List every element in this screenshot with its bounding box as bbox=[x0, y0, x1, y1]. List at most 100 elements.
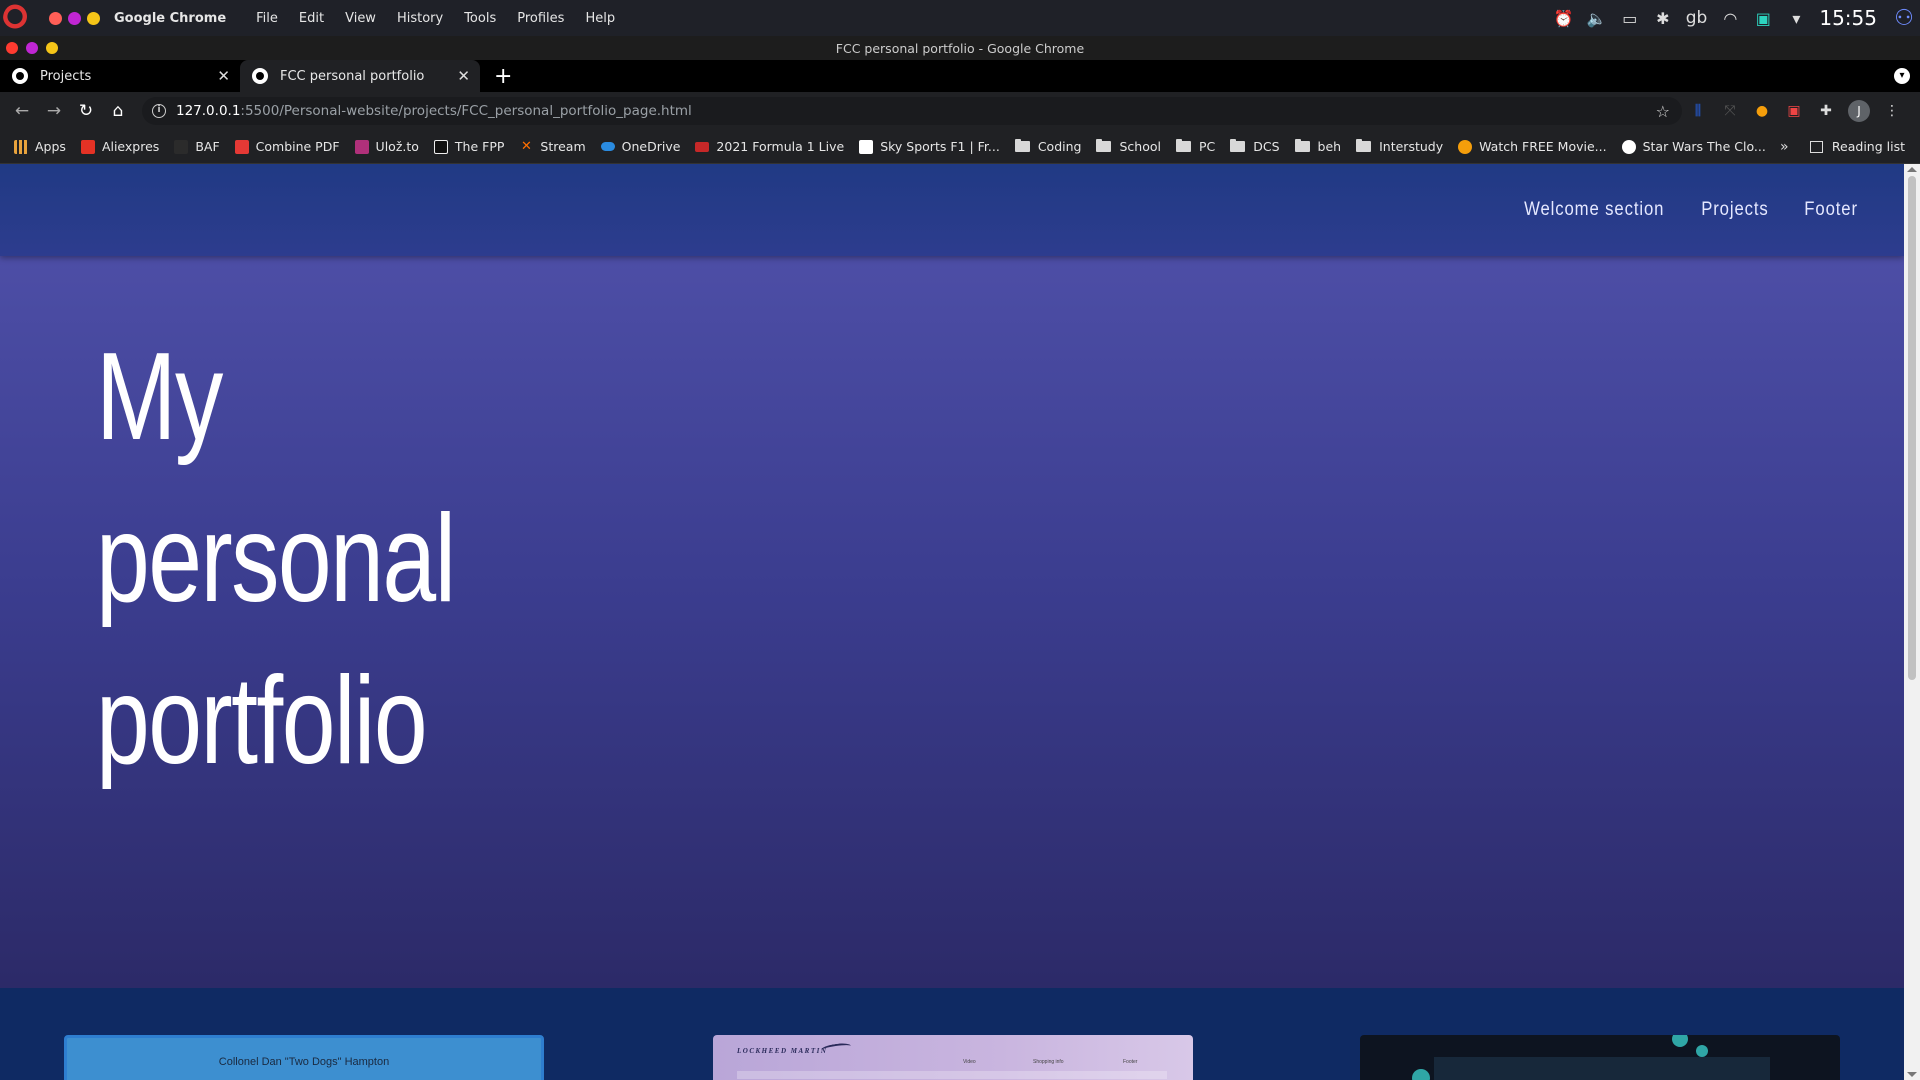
extensions-puzzle-icon[interactable]: ✚ bbox=[1810, 103, 1842, 119]
thumb-nav-item: Footer bbox=[1123, 1059, 1138, 1065]
bookmark-folder-pc[interactable]: PC bbox=[1175, 139, 1216, 154]
window-title-bar: FCC personal portfolio - Google Chrome bbox=[0, 36, 1920, 60]
bookmark-star-wars[interactable]: Star Wars The Clo... bbox=[1621, 139, 1766, 154]
thumb-panel bbox=[1434, 1057, 1770, 1080]
clock[interactable]: 15:55 bbox=[1819, 6, 1877, 30]
bookmarks-overflow-icon[interactable]: » bbox=[1780, 139, 1789, 155]
menu-profiles[interactable]: Profiles bbox=[517, 11, 564, 26]
close-dot-icon[interactable] bbox=[49, 11, 62, 25]
reading-list-button[interactable]: Reading list bbox=[1809, 139, 1905, 154]
tab-search-icon[interactable]: ▾ bbox=[1894, 68, 1910, 84]
bookmark-label: OneDrive bbox=[621, 139, 681, 154]
minimize-dot-icon[interactable] bbox=[68, 11, 81, 25]
extension-bar-icon[interactable]: ⫼ bbox=[1682, 103, 1714, 119]
globe-icon bbox=[252, 68, 268, 84]
nav-footer[interactable]: Footer bbox=[1804, 199, 1858, 221]
bookmark-folder-school[interactable]: School bbox=[1096, 139, 1161, 154]
project-card[interactable]: LOCKHEED MARTIN Video Shopping info Foot… bbox=[713, 1035, 1193, 1080]
bookmark-label: PC bbox=[1198, 139, 1216, 154]
bookmark-ulozto[interactable]: Ulož.to bbox=[354, 139, 419, 154]
pdf-icon bbox=[234, 139, 249, 154]
close-icon[interactable]: ✕ bbox=[457, 67, 470, 85]
menu-edit[interactable]: Edit bbox=[299, 11, 324, 26]
folder-icon bbox=[1230, 139, 1246, 152]
bookmark-star-icon[interactable]: ☆ bbox=[1656, 102, 1670, 121]
bookmark-combine-pdf[interactable]: Combine PDF bbox=[234, 139, 340, 154]
os-logo-icon[interactable] bbox=[3, 3, 33, 33]
menu-file[interactable]: File bbox=[256, 11, 278, 26]
keyboard-layout[interactable]: gb bbox=[1686, 8, 1708, 28]
os-app-name: Google Chrome bbox=[114, 10, 227, 26]
address-bar[interactable]: i 127.0.0.1:5500/Personal-website/projec… bbox=[142, 97, 1682, 125]
lockheed-logo: LOCKHEED MARTIN bbox=[737, 1047, 828, 1055]
new-tab-icon[interactable]: + bbox=[494, 60, 512, 92]
bubble-decoration bbox=[1412, 1069, 1430, 1080]
extension-face-icon[interactable]: ● bbox=[1746, 103, 1778, 119]
bookmark-baf[interactable]: BAF bbox=[174, 139, 220, 154]
globe-icon bbox=[1621, 139, 1636, 154]
menu-help[interactable]: Help bbox=[585, 11, 615, 26]
battery-icon[interactable]: ▭ bbox=[1620, 9, 1640, 28]
profile-avatar[interactable]: J bbox=[1848, 100, 1870, 122]
window-title: FCC personal portfolio - Google Chrome bbox=[835, 40, 1085, 56]
apps-grid-icon bbox=[14, 139, 28, 154]
reading-list-icon bbox=[1809, 140, 1823, 153]
extension-arrows-icon[interactable]: ⤧ bbox=[1714, 103, 1746, 119]
bookmark-apps[interactable]: Apps bbox=[14, 139, 66, 154]
welcome-headline: My personal portfolio bbox=[96, 328, 456, 790]
menu-history[interactable]: History bbox=[397, 11, 443, 26]
tab-projects[interactable]: Projects ✕ bbox=[0, 60, 240, 92]
alarm-icon[interactable]: ⏰ bbox=[1554, 9, 1574, 28]
chevron-down-icon[interactable]: ▾ bbox=[1786, 9, 1806, 28]
wifi-icon[interactable]: ◠ bbox=[1720, 9, 1740, 28]
bookmark-the-fpp[interactable]: The FPP bbox=[433, 139, 504, 154]
back-icon[interactable]: ← bbox=[6, 101, 38, 121]
forward-icon[interactable]: → bbox=[38, 101, 70, 121]
tab-fcc-portfolio[interactable]: FCC personal portfolio ✕ bbox=[240, 60, 480, 92]
folder-icon bbox=[1294, 139, 1310, 152]
tab-strip: Projects ✕ FCC personal portfolio ✕ + ▾ bbox=[0, 60, 1920, 92]
bookmark-stream[interactable]: ✕ Stream bbox=[519, 139, 586, 154]
bluetooth-icon[interactable]: ✱ bbox=[1653, 9, 1673, 28]
menu-view[interactable]: View bbox=[345, 11, 376, 26]
projects-section: Collonel Dan "Two Dogs" Hampton LOCKHEED… bbox=[0, 988, 1904, 1080]
bookmark-label: Watch FREE Movie... bbox=[1479, 139, 1607, 154]
user-icon[interactable]: ⚇ bbox=[1894, 6, 1914, 31]
bookmark-watch-free-movies[interactable]: Watch FREE Movie... bbox=[1458, 139, 1607, 154]
volume-icon[interactable]: 🔈 bbox=[1587, 9, 1607, 28]
screen-share-icon[interactable]: ▣ bbox=[1753, 9, 1773, 28]
bookmark-label: 2021 Formula 1 Live bbox=[716, 139, 845, 154]
os-menu: File Edit View History Tools Profiles He… bbox=[256, 11, 615, 26]
bookmark-folder-beh[interactable]: beh bbox=[1294, 139, 1341, 154]
nav-welcome-section[interactable]: Welcome section bbox=[1524, 199, 1664, 221]
nav-projects[interactable]: Projects bbox=[1702, 199, 1769, 221]
browser-toolbar: ← → ↻ ⌂ i 127.0.0.1:5500/Personal-websit… bbox=[0, 92, 1920, 130]
reload-icon[interactable]: ↻ bbox=[70, 101, 102, 121]
bookmark-onedrive[interactable]: OneDrive bbox=[600, 139, 681, 154]
bookmark-sky-sports[interactable]: Sky Sports F1 | Fr... bbox=[859, 139, 1000, 154]
tab-label: FCC personal portfolio bbox=[280, 68, 425, 84]
scroll-down-icon[interactable] bbox=[1907, 1072, 1917, 1077]
site-info-icon[interactable]: i bbox=[152, 104, 166, 118]
menu-tools[interactable]: Tools bbox=[464, 11, 496, 26]
home-icon[interactable]: ⌂ bbox=[102, 101, 134, 121]
extension-colors-icon[interactable]: ▣ bbox=[1778, 103, 1810, 119]
project-card[interactable]: Collonel Dan "Two Dogs" Hampton bbox=[64, 1035, 544, 1080]
bookmark-folder-coding[interactable]: Coding bbox=[1014, 139, 1081, 154]
bookmark-aliexpres[interactable]: Aliexpres bbox=[80, 139, 159, 154]
page-viewport: Welcome section Projects Footer My perso… bbox=[0, 164, 1904, 1080]
bookmark-formula1[interactable]: 2021 Formula 1 Live bbox=[695, 139, 844, 154]
scroll-thumb[interactable] bbox=[1908, 176, 1916, 680]
project-card[interactable] bbox=[1360, 1035, 1840, 1080]
more-menu-icon[interactable]: ⋮ bbox=[1876, 103, 1908, 119]
bookmark-folder-dcs[interactable]: DCS bbox=[1230, 139, 1280, 154]
system-tray: ⏰ 🔈 ▭ ✱ gb ◠ ▣ ▾ 15:55 ⚇ bbox=[1554, 0, 1920, 36]
project-card-caption: Collonel Dan "Two Dogs" Hampton bbox=[218, 1056, 390, 1068]
page-scrollbar[interactable] bbox=[1904, 164, 1920, 1080]
bookmark-label: BAF bbox=[195, 139, 220, 154]
scroll-up-icon[interactable] bbox=[1907, 167, 1917, 172]
logo-swoosh-icon bbox=[820, 1041, 852, 1055]
maximize-dot-icon[interactable] bbox=[87, 11, 100, 25]
bookmark-folder-interstudy[interactable]: Interstudy bbox=[1356, 139, 1443, 154]
close-icon[interactable]: ✕ bbox=[217, 67, 230, 85]
